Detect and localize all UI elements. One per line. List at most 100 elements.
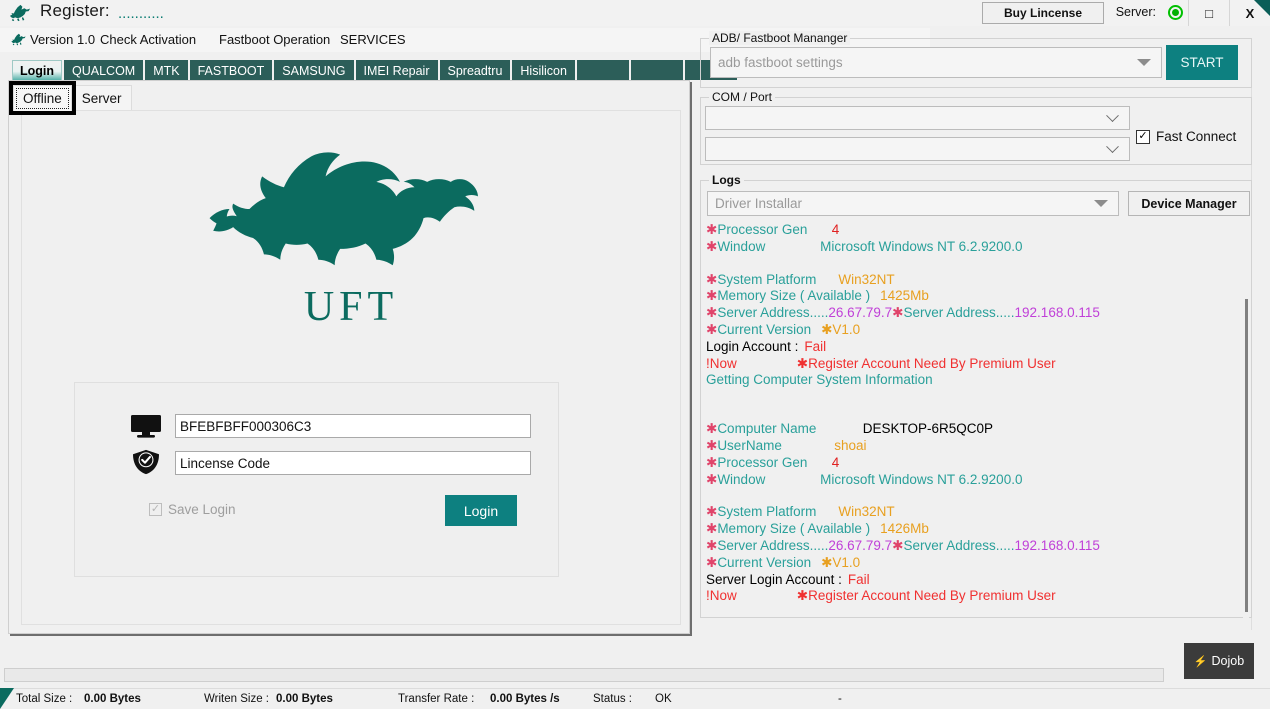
tab-label: FASTBOOT bbox=[198, 64, 265, 78]
driver-installer-value: Driver Installar bbox=[708, 196, 1094, 211]
log-line: ✱Memory Size ( Available )1425Mb bbox=[706, 288, 1246, 305]
license-code-input[interactable] bbox=[175, 451, 531, 475]
chevron-down-icon bbox=[1137, 59, 1151, 66]
application-window: Register: ........... Buy Lincense Serve… bbox=[0, 0, 1270, 709]
log-line: ✱UserNameshoai bbox=[706, 438, 1246, 455]
dojob-button[interactable]: ⚡ Dojob bbox=[1184, 643, 1254, 679]
logo-text: UFT bbox=[304, 283, 398, 331]
maximize-button[interactable]: □ bbox=[1188, 0, 1229, 26]
chevron-down-icon bbox=[1106, 109, 1119, 122]
tab-mtk[interactable]: MTK bbox=[145, 60, 187, 80]
log-line: ✱Server Address.....26.67.79.7✱Server Ad… bbox=[706, 305, 1246, 322]
log-line: ✱WindowMicrosoft Windows NT 6.2.9200.0 bbox=[706, 472, 1246, 489]
tab-empty-9[interactable] bbox=[631, 60, 683, 80]
status-value-2: 0.00 Bytes /s bbox=[490, 693, 560, 705]
log-line: ✱Processor Gen4 bbox=[706, 455, 1246, 472]
serial-input[interactable] bbox=[175, 414, 531, 438]
subtab-label: Offline bbox=[23, 91, 62, 106]
tab-login[interactable]: Login bbox=[12, 60, 62, 80]
start-button[interactable]: START bbox=[1166, 45, 1238, 80]
title-dots: ........... bbox=[118, 7, 164, 21]
menu-item-version[interactable]: Version 1.0 bbox=[30, 32, 95, 47]
menu-item-fastboot-operation[interactable]: Fastboot Operation bbox=[219, 32, 330, 47]
tab-label: QUALCOM bbox=[72, 64, 135, 78]
log-line: Login Account :Fail bbox=[706, 339, 1246, 356]
tab-imei-repair[interactable]: IMEI Repair bbox=[356, 60, 438, 80]
adb-settings-dropdown[interactable]: adb fastboot settings bbox=[710, 47, 1162, 78]
page-title: Register: bbox=[40, 1, 110, 21]
title-bar: Register: ........... Buy Lincense Serve… bbox=[0, 0, 1270, 26]
log-line: ✱Current Version✱V1.0 bbox=[706, 322, 1246, 339]
tab-samsung[interactable]: SAMSUNG bbox=[274, 60, 353, 80]
tab-label: Hisilicon bbox=[520, 64, 567, 78]
dragon-logo-icon bbox=[10, 32, 27, 47]
log-spacer bbox=[706, 256, 1246, 272]
login-form: ✓ Save Login Login bbox=[74, 382, 559, 577]
status-value-1: 0.00 Bytes bbox=[276, 693, 333, 705]
save-login-checkbox[interactable]: ✓ Save Login bbox=[149, 502, 236, 517]
brand-logo: UFT bbox=[22, 151, 680, 331]
com-port-dropdown-2[interactable] bbox=[705, 137, 1130, 161]
log-line: ✱WindowMicrosoft Windows NT 6.2.9200.0 bbox=[706, 239, 1246, 256]
monitor-icon bbox=[129, 413, 163, 439]
tab-label: Login bbox=[20, 64, 54, 78]
login-button[interactable]: Login bbox=[445, 495, 517, 526]
driver-installer-dropdown[interactable]: Driver Installar bbox=[707, 191, 1119, 216]
buy-license-button[interactable]: Buy Lincense bbox=[982, 2, 1104, 24]
log-spacer bbox=[706, 488, 1246, 504]
subtab-offline[interactable]: Offline bbox=[13, 85, 72, 111]
log-line: ✱Memory Size ( Available )1426Mb bbox=[706, 521, 1246, 538]
tab-empty-8[interactable] bbox=[577, 60, 629, 80]
adb-group-title: ADB/ Fastboot Mananger bbox=[709, 31, 850, 45]
log-line: ✱Computer NameDESKTOP-6R5QC0P bbox=[706, 421, 1246, 438]
log-spacer bbox=[706, 405, 1246, 421]
chevron-down-icon bbox=[1106, 140, 1119, 153]
log-line: ✱System PlatformWin32NT bbox=[706, 272, 1246, 289]
checkbox-box: ✓ bbox=[1136, 130, 1150, 144]
menu-item-services[interactable]: SERVICES bbox=[340, 32, 406, 47]
tab-label: IMEI Repair bbox=[364, 64, 430, 78]
status-label-3: Status : bbox=[593, 693, 632, 705]
tab-qualcom[interactable]: QUALCOM bbox=[64, 60, 143, 80]
menu-item-check-activation[interactable]: Check Activation bbox=[100, 32, 196, 47]
left-content-panel: Offline Server UFT bbox=[8, 80, 690, 634]
tab-spreadtru[interactable]: Spreadtru bbox=[440, 60, 511, 80]
status-bar: Total Size :0.00 BytesWriten Size :0.00 … bbox=[0, 688, 1270, 709]
progress-bar bbox=[4, 668, 1164, 682]
tab-label: SAMSUNG bbox=[282, 64, 345, 78]
server-label: Server: bbox=[1116, 5, 1156, 19]
lightning-bolt-icon: ⚡ bbox=[1194, 655, 1208, 668]
log-line: ✱Processor Gen4 bbox=[706, 222, 1246, 239]
log-line: ✱Server Address.....26.67.79.7✱Server Ad… bbox=[706, 538, 1246, 555]
tab-label: MTK bbox=[153, 64, 179, 78]
dragon-logo-icon bbox=[196, 151, 506, 287]
status-label-2: Transfer Rate : bbox=[398, 693, 474, 705]
sub-tab-strip: Offline Server bbox=[13, 85, 132, 111]
log-line: ✱System PlatformWin32NT bbox=[706, 504, 1246, 521]
com-port-dropdown-1[interactable] bbox=[705, 106, 1130, 130]
shield-check-icon bbox=[129, 449, 163, 475]
server-status-icon bbox=[1168, 5, 1183, 20]
fast-connect-checkbox[interactable]: ✓ Fast Connect bbox=[1136, 129, 1236, 144]
dragon-logo-icon bbox=[8, 3, 32, 23]
log-line: !Now✱Register Account Need By Premium Us… bbox=[706, 588, 1246, 605]
main-tab-strip: Login QUALCOM MTK FASTBOOT SAMSUNG IMEI Repai… bbox=[12, 60, 737, 80]
status-value-0: 0.00 Bytes bbox=[84, 693, 141, 705]
tab-fastboot[interactable]: FASTBOOT bbox=[190, 60, 273, 80]
log-line: Server Login Account :Fail bbox=[706, 572, 1246, 589]
tab-label: Spreadtru bbox=[448, 64, 503, 78]
tab-hisilicon[interactable]: Hisilicon bbox=[512, 60, 575, 80]
dojob-label: Dojob bbox=[1212, 654, 1245, 668]
status-label-0: Total Size : bbox=[16, 693, 72, 705]
status-value-3: OK bbox=[655, 693, 672, 705]
checkbox-box: ✓ bbox=[149, 503, 162, 516]
com-group-title: COM / Port bbox=[709, 90, 775, 104]
subtab-server[interactable]: Server bbox=[72, 85, 132, 111]
status-corner-decoration bbox=[0, 688, 14, 709]
device-manager-button[interactable]: Device Manager bbox=[1128, 191, 1250, 216]
status-value-4: - bbox=[838, 693, 842, 705]
log-scrollbar-thumb[interactable] bbox=[1245, 299, 1248, 612]
log-line: !Now✱Register Account Need By Premium Us… bbox=[706, 356, 1246, 373]
log-line: ✱Current Version✱V1.0 bbox=[706, 555, 1246, 572]
log-output: ✱Processor Gen4✱WindowMicrosoft Windows … bbox=[706, 222, 1246, 618]
